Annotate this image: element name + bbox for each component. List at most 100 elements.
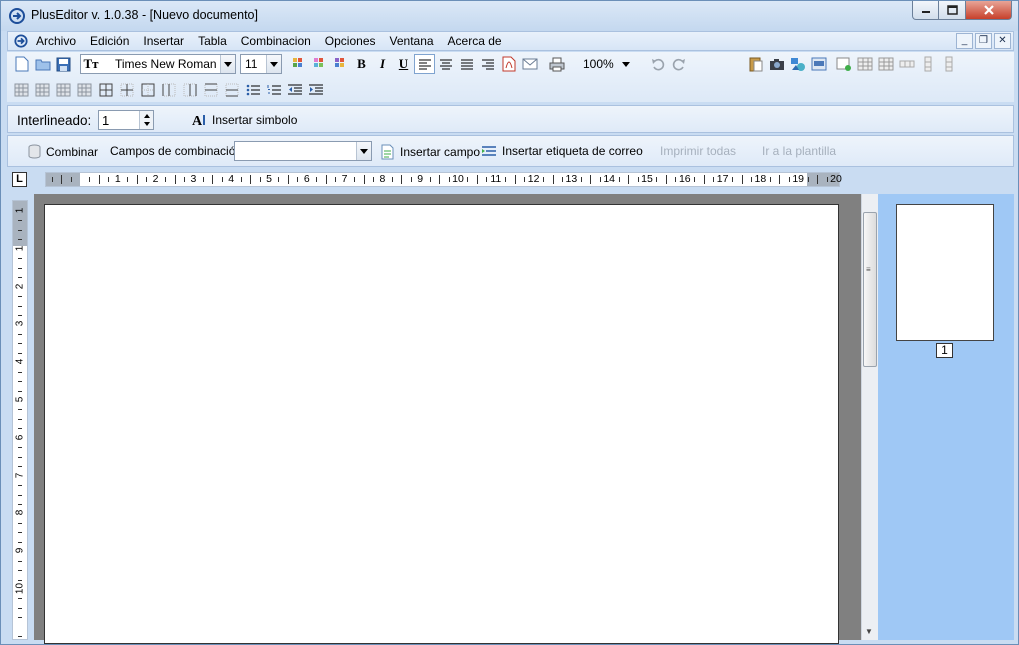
new-document-button[interactable] [11, 54, 32, 74]
table-insert-row-below-button[interactable] [74, 80, 95, 100]
align-right-button[interactable] [477, 54, 498, 74]
toolbar-row-1: Tт Times New Roman 11 B I U 100% [11, 53, 960, 75]
vertical-scrollbar[interactable]: ≡ ▼ [861, 194, 878, 640]
stepper-arrows[interactable] [139, 111, 153, 129]
table-borders-all-button[interactable] [95, 80, 116, 100]
table-row-delete-button[interactable] [897, 54, 918, 74]
table-borders-top-button[interactable] [200, 80, 221, 100]
scroll-down-icon[interactable]: ▼ [865, 627, 873, 636]
align-justify-button[interactable] [456, 54, 477, 74]
save-button[interactable] [53, 54, 74, 74]
horizontal-ruler[interactable]: 1 2 3 4 5 6 7 8 9 10 11 12 13 14 15 16 17 18 19 20 [45, 172, 842, 187]
numbered-list-button[interactable] [263, 80, 284, 100]
table-grid-button-1[interactable] [855, 54, 876, 74]
table-column-icon [945, 56, 953, 72]
scrollbar-thumb[interactable] [863, 212, 877, 367]
ruler-tick [18, 390, 22, 392]
bold-button[interactable]: B [351, 54, 372, 74]
zoom-control[interactable]: 100% [583, 57, 630, 71]
align-center-button[interactable] [435, 54, 456, 74]
menu-insertar[interactable]: Insertar [136, 34, 191, 48]
document-page[interactable] [44, 204, 839, 644]
ruler-tick [18, 522, 22, 524]
table-borders-inner-button[interactable] [116, 80, 137, 100]
mdi-close-button[interactable]: ✕ [994, 33, 1011, 49]
chevron-down-icon[interactable] [220, 55, 235, 73]
table-borders-right-button[interactable] [179, 80, 200, 100]
table-column-button[interactable] [939, 54, 960, 74]
underline-button[interactable]: U [393, 54, 414, 74]
menu-tabla[interactable]: Tabla [191, 34, 234, 48]
table-insert-column-left-button[interactable] [11, 80, 32, 100]
go-to-template-button[interactable]: Ir a la plantilla [762, 144, 836, 158]
insert-symbol-button[interactable]: A Insertar simbolo [192, 113, 297, 127]
background-color-button[interactable] [330, 54, 351, 74]
mdi-minimize-button[interactable]: _ [956, 33, 973, 49]
insert-image-button[interactable] [767, 54, 788, 74]
table-borders-outer-button[interactable] [137, 80, 158, 100]
table-borders-bottom-button[interactable] [221, 80, 242, 100]
table-insert-row-above-button[interactable] [53, 80, 74, 100]
ruler-tick [89, 177, 91, 182]
increase-indent-button[interactable] [305, 80, 326, 100]
printer-icon [549, 57, 564, 71]
ruler-number: 1 [14, 207, 26, 214]
bulleted-list-button[interactable] [242, 80, 263, 100]
chevron-down-icon[interactable] [356, 142, 371, 160]
ruler-tick [18, 598, 22, 600]
document-menu-icon[interactable] [14, 34, 28, 48]
decrease-indent-button[interactable] [284, 80, 305, 100]
vertical-ruler[interactable]: 1 1 2 3 4 5 6 7 8 9 10 [12, 200, 28, 640]
minimize-button[interactable] [912, 1, 939, 20]
font-size-select[interactable]: 11 [240, 54, 282, 74]
redo-button[interactable] [669, 54, 690, 74]
menu-acerca-de[interactable]: Acerca de [441, 34, 509, 48]
table-grid-button-2[interactable] [876, 54, 897, 74]
merge-fields-select[interactable] [234, 141, 372, 161]
menu-combinacion[interactable]: Combinacion [234, 34, 318, 48]
paste-button[interactable] [746, 54, 767, 74]
italic-button[interactable]: I [372, 54, 393, 74]
font-family-select[interactable]: Tт Times New Roman [80, 54, 236, 74]
insert-textbox-button[interactable] [809, 54, 830, 74]
ruler-number: 18 [754, 173, 767, 185]
menu-edicion[interactable]: Edición [83, 34, 136, 48]
menu-archivo[interactable]: Archivo [36, 34, 83, 48]
close-button[interactable] [966, 1, 1012, 20]
print-all-button[interactable]: Imprimir todas [660, 144, 736, 158]
interlineado-label: Interlineado: [17, 113, 92, 128]
ruler-tick [467, 177, 469, 182]
menu-ventana[interactable]: Ventana [383, 34, 441, 48]
mdi-restore-button[interactable]: ❐ [975, 33, 992, 49]
bold-icon: B [357, 56, 366, 71]
ruler-tick [514, 175, 516, 184]
tab-stop-selector[interactable]: L [12, 172, 27, 187]
open-button[interactable] [32, 54, 53, 74]
table-insert-column-right-button[interactable] [32, 80, 53, 100]
table-column-delete-button[interactable] [918, 54, 939, 74]
table-borders-left-button[interactable] [158, 80, 179, 100]
font-family-value: Times New Roman [115, 57, 217, 71]
maximize-button[interactable] [939, 1, 966, 20]
highlight-color-button[interactable] [309, 54, 330, 74]
undo-button[interactable] [648, 54, 669, 74]
combinar-button[interactable]: Combinar [28, 144, 98, 159]
text-color-button[interactable] [288, 54, 309, 74]
insert-field-button[interactable]: Insertar campo [380, 144, 480, 160]
insert-table-button[interactable] [834, 54, 855, 74]
shapes-icon [791, 58, 806, 71]
export-pdf-button[interactable] [498, 54, 519, 74]
ruler-tick [476, 175, 478, 184]
insert-shapes-button[interactable] [788, 54, 809, 74]
email-button[interactable] [519, 54, 540, 74]
align-left-button[interactable] [414, 54, 435, 74]
ruler-tick [741, 175, 743, 184]
menu-opciones[interactable]: Opciones [318, 34, 383, 48]
line-spacing-stepper[interactable]: 1 [98, 110, 154, 130]
ruler-tick [18, 296, 22, 298]
insert-mail-label-button[interactable]: Insertar etiqueta de correo [481, 144, 643, 158]
chevron-down-icon[interactable] [266, 55, 281, 73]
print-button[interactable] [546, 54, 567, 74]
page-thumbnail[interactable] [896, 204, 994, 341]
ruler-tick [732, 177, 734, 182]
